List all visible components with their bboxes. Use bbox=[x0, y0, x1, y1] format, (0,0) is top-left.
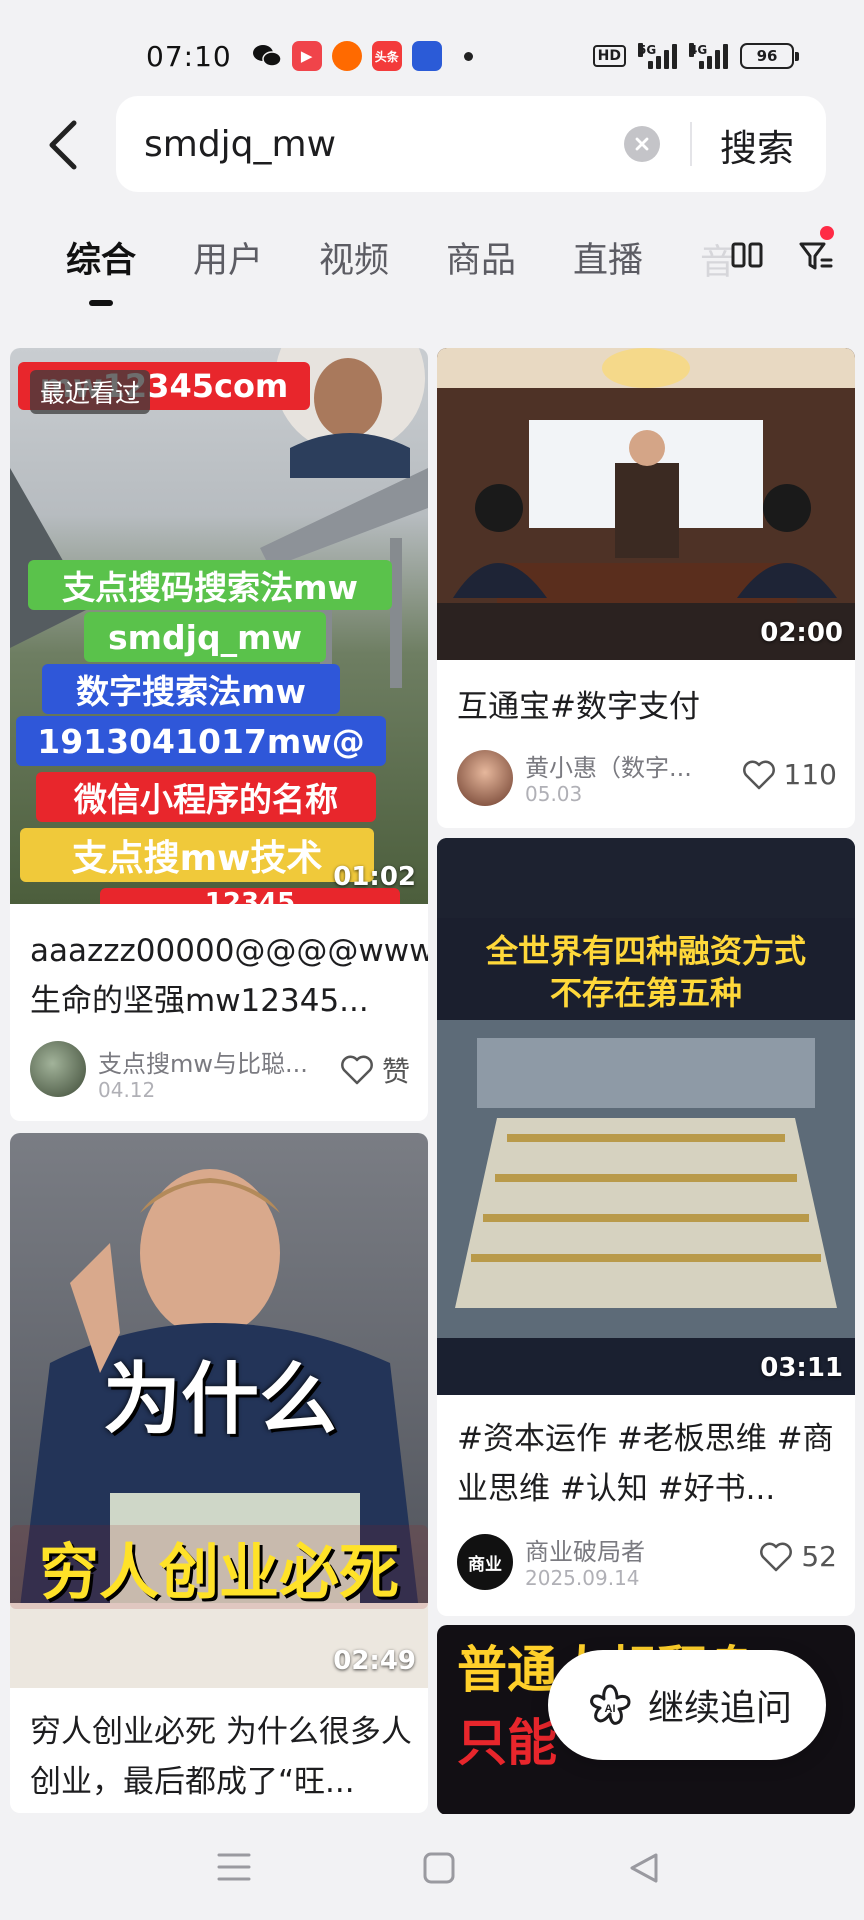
active-tab-indicator bbox=[89, 300, 113, 306]
clear-search-icon[interactable] bbox=[624, 126, 660, 162]
back-icon[interactable] bbox=[40, 115, 90, 175]
post-date: 2025.09.14 bbox=[525, 1566, 640, 1590]
search-bar: smdjq_mw 搜索 bbox=[116, 96, 826, 192]
system-icons: HD 5G 4G 96 bbox=[592, 43, 799, 69]
back-nav-icon[interactable] bbox=[628, 1852, 660, 1888]
video-duration: 02:00 bbox=[760, 618, 843, 648]
wechat-icon bbox=[252, 41, 282, 71]
tab-comprehensive[interactable]: 综合 bbox=[66, 232, 136, 283]
avatar[interactable]: 商业 bbox=[457, 1534, 513, 1590]
thumb-text-1: 为什么 bbox=[102, 1355, 337, 1445]
video-thumbnail: 为什么 穷人创业必死 02:49 bbox=[10, 1133, 428, 1688]
video-title: aaazzz00000@@@@www生命的坚强mw12345... bbox=[30, 933, 428, 1019]
divider bbox=[690, 122, 692, 166]
author-name: 黄小惠（数字... bbox=[525, 754, 692, 782]
video-card-2[interactable]: 02:00 互通宝#数字支付 黄小惠（数字... 05.03 110 bbox=[437, 348, 855, 828]
tab-users[interactable]: 用户 bbox=[193, 232, 263, 283]
video-thumbnail: 全世界有四种融资方式 不存在第五种 03:11 bbox=[437, 838, 855, 1395]
status-time: 07:10 bbox=[146, 39, 232, 73]
video-thumbnail: mw12345com 最近看过 支点搜码搜索法mw smdjq_mw 数字搜索法… bbox=[10, 348, 428, 904]
continue-ask-button[interactable]: AI 继续追问 bbox=[548, 1650, 826, 1760]
video-thumbnail: 02:00 bbox=[437, 348, 855, 660]
tab-live[interactable]: 直播 bbox=[573, 232, 643, 283]
thumb-text-7: 支点搜mw技术 bbox=[20, 828, 374, 882]
thumb-text-5: 1913041017mw@ bbox=[16, 716, 386, 766]
search-input[interactable]: smdjq_mw bbox=[144, 124, 336, 165]
heart-icon bbox=[742, 760, 775, 789]
home-icon[interactable] bbox=[423, 1852, 455, 1888]
thumb-text-2: 穷人创业必死 bbox=[10, 1525, 428, 1609]
thumb-text-2: 支点搜码搜索法mw bbox=[28, 560, 392, 610]
signal-4g-icon: 4G bbox=[689, 43, 728, 69]
video-card-1[interactable]: mw12345com 最近看过 支点搜码搜索法mw smdjq_mw 数字搜索法… bbox=[10, 348, 428, 1121]
hd-voice-icon: HD bbox=[592, 45, 626, 67]
heart-icon bbox=[760, 1542, 793, 1571]
video-card-4[interactable]: 为什么 穷人创业必死 02:49 穷人创业必死 为什么很多人创业，最后都成了“旺… bbox=[10, 1133, 428, 1813]
like-button[interactable]: 52 bbox=[759, 1540, 837, 1573]
menu-icon[interactable] bbox=[217, 1852, 251, 1886]
video-title: #资本运作 #老板思维 #商业思维 #认知 #好书... bbox=[457, 1421, 834, 1507]
search-button[interactable]: 搜索 bbox=[720, 118, 794, 172]
video-duration: 02:49 bbox=[333, 1646, 416, 1676]
svg-text:AI: AI bbox=[605, 1703, 616, 1715]
thumb-text-2: 不存在第五种 bbox=[549, 974, 742, 1012]
category-tabs: 综合 用户 视频 商品 直播 音 bbox=[0, 222, 864, 312]
continue-ask-label: 继续追问 bbox=[648, 1688, 793, 1729]
like-button[interactable]: 赞 bbox=[340, 1050, 410, 1090]
taobao-icon bbox=[331, 41, 362, 71]
author-name: 商业破局者 bbox=[525, 1538, 645, 1566]
post-date: 04.12 bbox=[98, 1078, 156, 1102]
toutiao-icon: 头条 bbox=[371, 41, 402, 71]
filter-badge bbox=[820, 226, 834, 240]
boardroom-scene bbox=[437, 348, 855, 660]
avatar[interactable] bbox=[457, 750, 513, 806]
thumb-text-3: smdjq_mw bbox=[84, 612, 326, 662]
like-count: 52 bbox=[801, 1540, 837, 1573]
video-card-3[interactable]: 全世界有四种融资方式 不存在第五种 03:11 #资本运作 #老板思维 #商业思… bbox=[437, 838, 855, 1616]
like-count: 110 bbox=[783, 758, 837, 791]
author-name: 支点搜mw与比聪... bbox=[98, 1050, 308, 1078]
tab-overflow[interactable]: 音 bbox=[700, 234, 735, 285]
system-navigation-bar bbox=[0, 1814, 864, 1920]
avatar[interactable] bbox=[30, 1041, 86, 1097]
video-title: 互通宝#数字支付 bbox=[457, 689, 700, 725]
like-button[interactable]: 110 bbox=[742, 758, 837, 791]
signal-5g-icon: 5G bbox=[638, 43, 677, 69]
more-notifications-dot bbox=[463, 51, 473, 61]
tab-products[interactable]: 商品 bbox=[446, 232, 516, 283]
thumb-text-4: 数字搜索法mw bbox=[42, 664, 340, 714]
thumb-text-1: 全世界有四种融资方式 bbox=[485, 932, 806, 970]
app-icon bbox=[411, 41, 442, 71]
video-duration: 01:02 bbox=[333, 862, 416, 892]
heart-icon bbox=[341, 1055, 373, 1085]
video-app-icon: ▶ bbox=[291, 41, 322, 71]
post-date: 05.03 bbox=[525, 782, 583, 806]
notification-icons: ▶ 头条 bbox=[252, 41, 473, 71]
video-title: 穷人创业必死 为什么很多人创业，最后都成了“旺... bbox=[30, 1714, 412, 1800]
recently-viewed-badge: 最近看过 bbox=[30, 370, 151, 414]
video-duration: 03:11 bbox=[760, 1353, 843, 1383]
ai-assistant-icon: AI bbox=[590, 1684, 631, 1725]
tab-videos[interactable]: 视频 bbox=[319, 232, 389, 283]
like-count: 赞 bbox=[381, 1055, 410, 1088]
thumb-text-6: 微信小程序的名称 bbox=[36, 772, 376, 822]
battery-icon: 96 bbox=[740, 43, 799, 69]
filter-icon[interactable] bbox=[798, 238, 834, 274]
layout-toggle-icon[interactable] bbox=[731, 240, 763, 272]
